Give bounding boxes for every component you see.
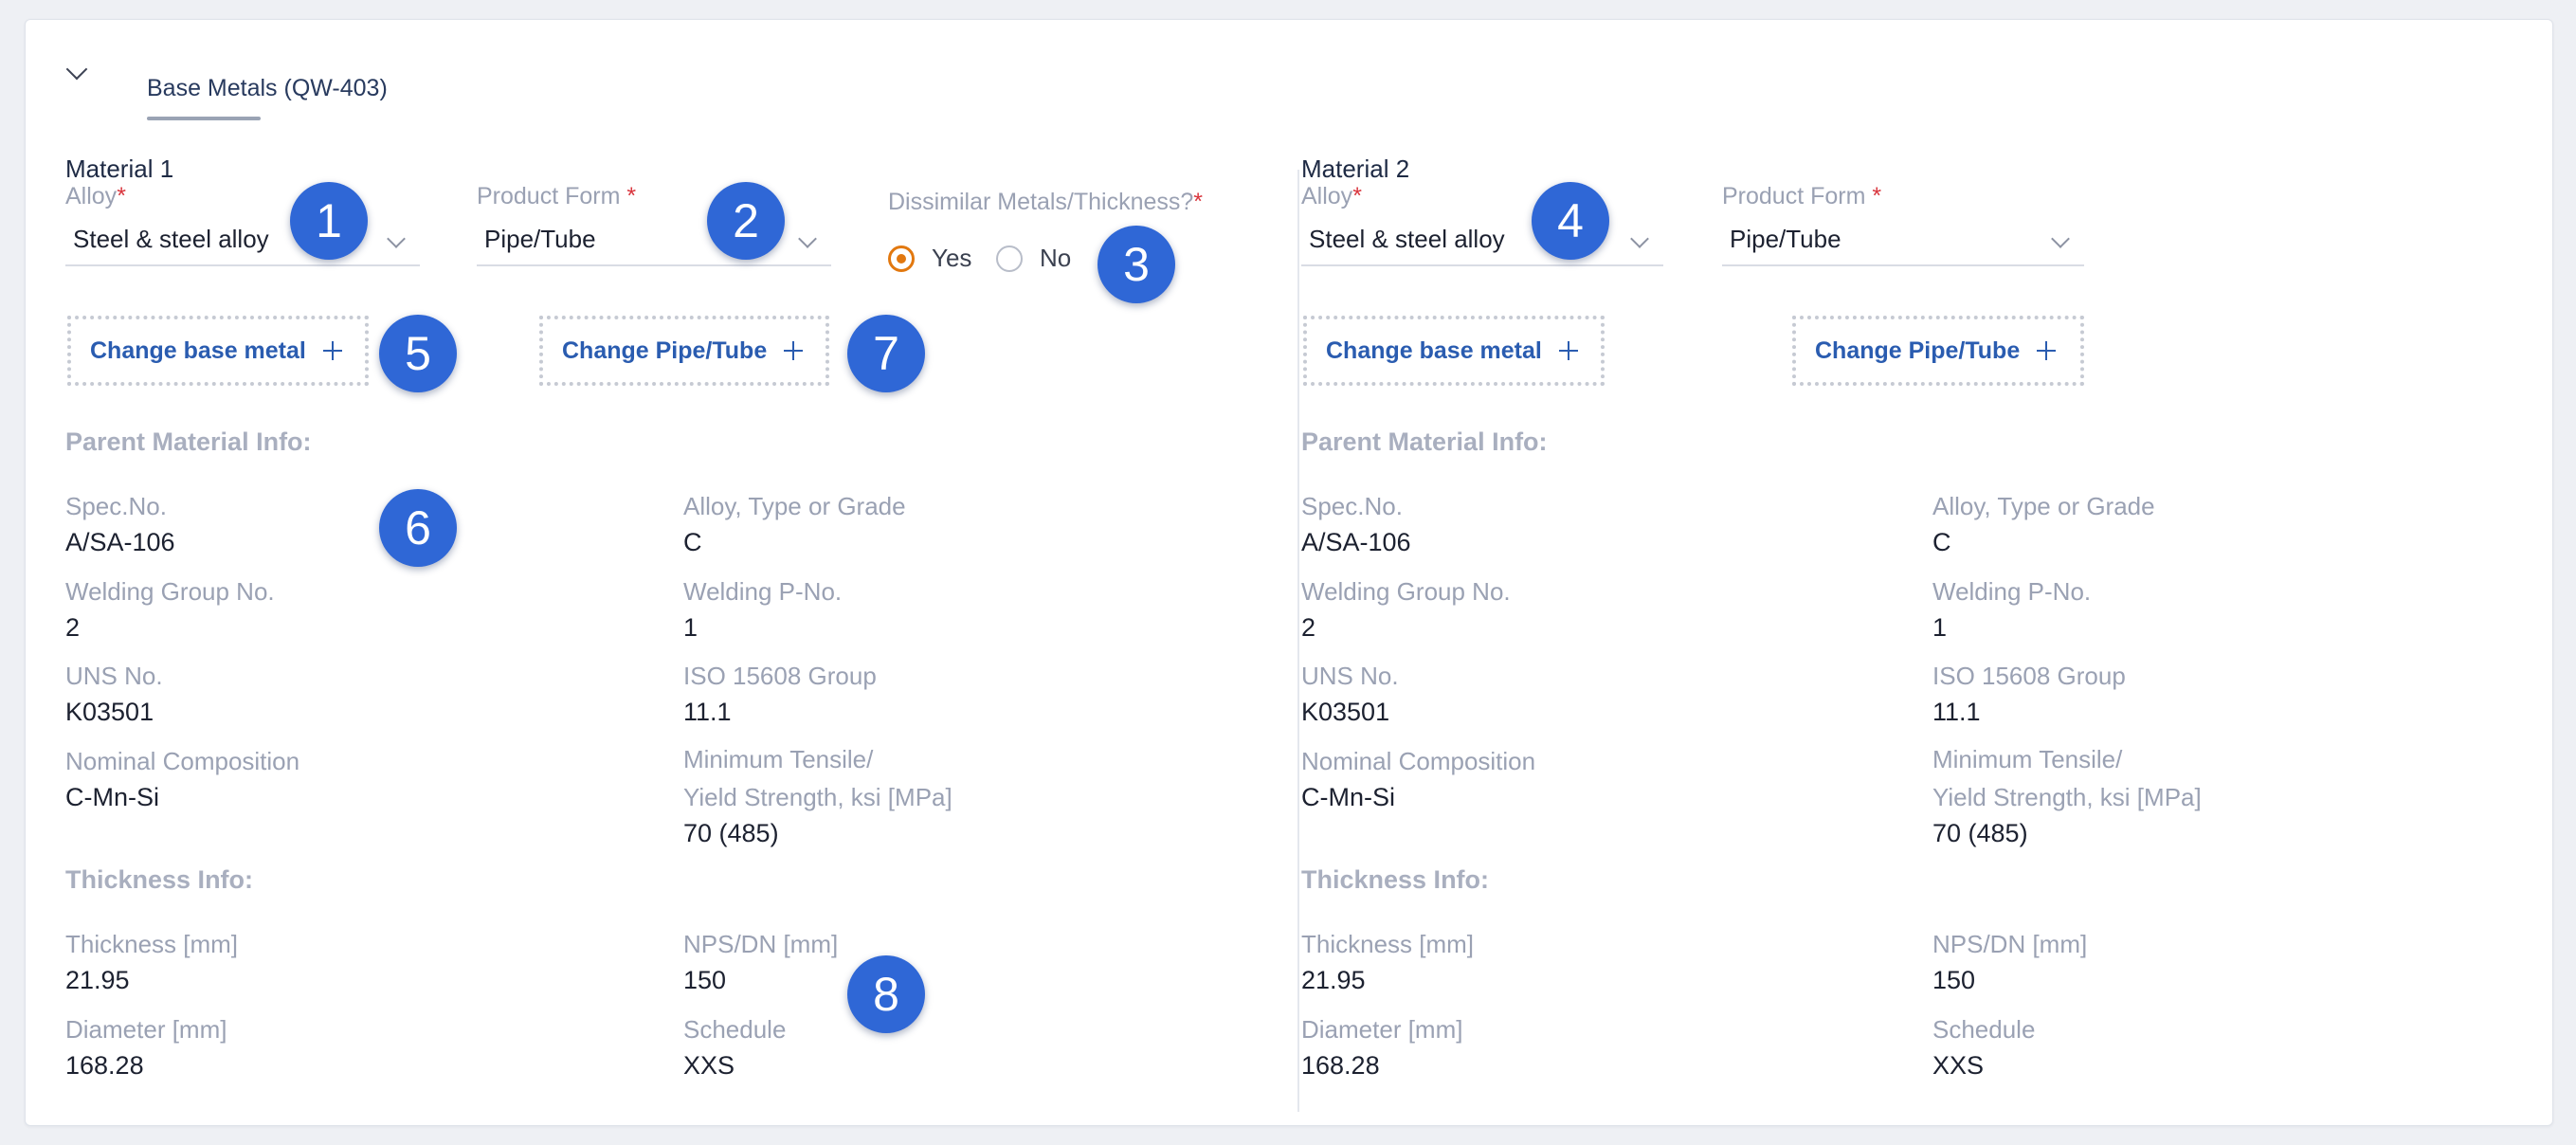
annotation-badge-7: 7 xyxy=(847,315,925,392)
tab-underline xyxy=(147,117,261,120)
chevron-down-icon xyxy=(1630,229,1649,248)
uns-no-value: K03501 xyxy=(65,698,154,726)
welding-p-no-value: 1 xyxy=(683,613,698,642)
annotation-badge-1: 1 xyxy=(290,182,368,260)
nps-dn-label: NPS/DN [mm] xyxy=(1932,930,2088,958)
change-base-metal-button-1[interactable]: Change base metal xyxy=(67,316,369,386)
chevron-down-icon[interactable] xyxy=(65,58,88,81)
nps-dn-value: 150 xyxy=(1932,966,1976,994)
diameter-value: 168.28 xyxy=(1301,1051,1380,1080)
alloy-type-label: Alloy, Type or Grade xyxy=(1932,492,2155,520)
parent-material-heading: Parent Material Info: xyxy=(1301,427,1548,456)
welding-p-no-value: 1 xyxy=(1932,613,1948,642)
radio-unselected-icon xyxy=(996,245,1023,272)
alloy-type-label: Alloy, Type or Grade xyxy=(683,492,906,520)
material-2-title: Material 2 xyxy=(1301,154,1410,183)
section-tab-title[interactable]: Base Metals (QW-403) xyxy=(147,75,388,102)
iso-group-label: ISO 15608 Group xyxy=(1932,662,2126,690)
annotation-badge-8: 8 xyxy=(847,955,925,1033)
alloy-type-value: C xyxy=(1932,528,1951,556)
schedule-label: Schedule xyxy=(1932,1015,2036,1044)
welding-group-value: 2 xyxy=(1301,613,1316,642)
base-metals-card: Base Metals (QW-403) Material 1 Alloy* S… xyxy=(25,19,2553,1126)
tensile-value: 70 (485) xyxy=(1932,819,2028,847)
tensile-label-line-1: Minimum Tensile/ xyxy=(683,745,874,773)
diameter-label: Diameter [mm] xyxy=(65,1015,227,1044)
annotation-badge-2: 2 xyxy=(707,182,785,260)
spec-no-label: Spec.No. xyxy=(1301,492,1403,520)
diameter-label: Diameter [mm] xyxy=(1301,1015,1463,1044)
thickness-label: Thickness [mm] xyxy=(1301,930,1475,958)
spec-no-value: A/SA-106 xyxy=(1301,528,1411,556)
plus-icon xyxy=(2037,341,2057,360)
chevron-down-icon xyxy=(798,229,817,248)
thickness-value: 21.95 xyxy=(1301,966,1366,994)
plus-icon xyxy=(322,341,342,360)
product-form-label: Product Form * xyxy=(477,183,637,209)
schedule-value: XXS xyxy=(1932,1051,1985,1080)
annotation-badge-5: 5 xyxy=(379,315,457,392)
nominal-composition-value: C-Mn-Si xyxy=(65,783,159,811)
chevron-down-icon xyxy=(387,229,406,248)
alloy-type-value: C xyxy=(683,528,702,556)
uns-no-value: K03501 xyxy=(1301,698,1390,726)
spec-no-label: Spec.No. xyxy=(65,492,167,520)
nominal-composition-label: Nominal Composition xyxy=(65,747,300,775)
iso-group-label: ISO 15608 Group xyxy=(683,662,877,690)
change-pipe-tube-button-1[interactable]: Change Pipe/Tube xyxy=(539,316,829,386)
material-divider xyxy=(1297,170,1299,1112)
alloy-select-value: Steel & steel alloy xyxy=(73,225,269,253)
annotation-badge-3: 3 xyxy=(1098,226,1175,303)
uns-no-label: UNS No. xyxy=(65,662,163,690)
thickness-info-heading: Thickness Info: xyxy=(1301,865,1490,894)
alloy-label: Alloy* xyxy=(1301,183,1362,209)
tensile-value: 70 (485) xyxy=(683,819,779,847)
iso-group-value: 11.1 xyxy=(683,698,732,726)
nominal-composition-label: Nominal Composition xyxy=(1301,747,1536,775)
product-form-select-value: Pipe/Tube xyxy=(484,225,596,253)
change-base-metal-button-2[interactable]: Change base metal xyxy=(1303,316,1605,386)
material-1-title: Material 1 xyxy=(65,154,174,183)
welding-group-label: Welding Group No. xyxy=(1301,577,1511,606)
uns-no-label: UNS No. xyxy=(1301,662,1399,690)
plus-icon xyxy=(1558,341,1578,360)
schedule-label: Schedule xyxy=(683,1015,787,1044)
nps-dn-value: 150 xyxy=(683,966,727,994)
schedule-value: XXS xyxy=(683,1051,735,1080)
product-form-select-2[interactable]: Pipe/Tube xyxy=(1722,215,2084,266)
product-form-select-value: Pipe/Tube xyxy=(1730,225,1841,253)
welding-p-no-label: Welding P-No. xyxy=(1932,577,2092,606)
dissimilar-no-radio[interactable]: No xyxy=(996,244,1071,273)
welding-p-no-label: Welding P-No. xyxy=(683,577,843,606)
nominal-composition-value: C-Mn-Si xyxy=(1301,783,1395,811)
iso-group-value: 11.1 xyxy=(1932,698,1981,726)
chevron-down-icon xyxy=(2051,229,2070,248)
parent-material-heading: Parent Material Info: xyxy=(65,427,312,456)
change-pipe-tube-button-2[interactable]: Change Pipe/Tube xyxy=(1792,316,2084,386)
plus-icon xyxy=(784,341,804,360)
alloy-label: Alloy* xyxy=(65,183,126,209)
welding-group-value: 2 xyxy=(65,613,81,642)
spec-no-value: A/SA-106 xyxy=(65,528,175,556)
annotation-badge-4: 4 xyxy=(1532,182,1609,260)
diameter-value: 168.28 xyxy=(65,1051,144,1080)
dissimilar-label: Dissimilar Metals/Thickness?* xyxy=(888,189,1204,215)
welding-group-label: Welding Group No. xyxy=(65,577,275,606)
radio-selected-icon xyxy=(888,245,915,272)
tensile-label-line-1: Minimum Tensile/ xyxy=(1932,745,2123,773)
nps-dn-label: NPS/DN [mm] xyxy=(683,930,839,958)
alloy-select-value: Steel & steel alloy xyxy=(1309,225,1505,253)
thickness-info-heading: Thickness Info: xyxy=(65,865,254,894)
thickness-label: Thickness [mm] xyxy=(65,930,239,958)
tensile-label-line-2: Yield Strength, ksi [MPa] xyxy=(1932,783,2202,811)
tensile-label-line-2: Yield Strength, ksi [MPa] xyxy=(683,783,952,811)
product-form-label: Product Form * xyxy=(1722,183,1882,209)
dissimilar-yes-radio[interactable]: Yes xyxy=(888,244,971,273)
thickness-value: 21.95 xyxy=(65,966,130,994)
annotation-badge-6: 6 xyxy=(379,489,457,567)
